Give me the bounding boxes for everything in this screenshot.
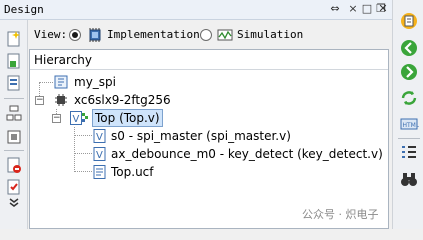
tree-node-label-selected: Top (Top.v) <box>92 109 163 127</box>
add-copy-source-icon[interactable] <box>5 74 23 92</box>
list-view-icon[interactable] <box>399 143 419 163</box>
right-toolbar: HTML <box>392 0 423 229</box>
toolbar-separator <box>4 98 24 99</box>
panel-titlebar: Design ⇔ × □ ❐ ✕ <box>0 0 423 20</box>
tree-node-label: Top.ucf <box>111 165 154 179</box>
watermark-text: 公众号 · 炽电子 <box>302 208 379 221</box>
hierarchy-view-icon[interactable] <box>5 104 23 122</box>
chip-icon <box>55 94 67 106</box>
more-tools-chevron-icon[interactable] <box>5 198 23 208</box>
add-source-icon[interactable] <box>5 52 23 70</box>
module-view-icon[interactable] <box>5 128 23 146</box>
svg-text:V: V <box>73 114 80 125</box>
implementation-icon <box>89 28 101 42</box>
design-summary-icon[interactable] <box>399 11 419 31</box>
implementation-radio[interactable] <box>69 29 81 41</box>
tree-connector <box>74 171 92 172</box>
left-toolbar <box>0 20 28 229</box>
tree-node-label: s0 - spi_master (spi_master.v) <box>111 129 291 143</box>
verilog-file-icon: V <box>93 129 106 143</box>
toolbar-separator <box>398 138 420 139</box>
close-icon-small[interactable]: × <box>346 2 360 16</box>
new-source-icon[interactable] <box>5 30 23 48</box>
verilog-file-icon: V <box>93 147 106 161</box>
simulation-icon <box>217 29 233 41</box>
go-forward-icon[interactable] <box>399 62 419 82</box>
float-arrows-icon[interactable]: ⇔ <box>328 2 342 16</box>
minimize-icon[interactable]: □ <box>360 2 374 16</box>
simulation-radio[interactable] <box>200 29 212 41</box>
svg-text:HTML: HTML <box>403 122 420 129</box>
source-properties-icon[interactable] <box>5 178 23 196</box>
svg-text:V: V <box>96 132 103 143</box>
tree-node-ucf[interactable]: Top.ucf <box>93 163 253 181</box>
hierarchy-panel: Hierarchy my_spi − xc6slx9-2ftg256 − V T… <box>29 49 389 229</box>
implementation-label[interactable]: Implementation <box>107 28 200 41</box>
tree-node-spi-master[interactable]: V s0 - spi_master (spi_master.v) <box>93 127 353 145</box>
collapse-toggle-icon[interactable]: − <box>35 96 44 105</box>
hierarchy-header: Hierarchy <box>30 50 388 70</box>
panel-title: Design <box>4 3 44 16</box>
toolbar-separator <box>4 150 24 151</box>
tree-connector <box>74 127 75 172</box>
collapse-toggle-icon[interactable]: − <box>52 114 61 123</box>
project-icon <box>54 75 68 89</box>
hierarchy-header-label: Hierarchy <box>34 53 93 67</box>
tree-node-top[interactable]: V Top (Top.v) <box>70 109 163 127</box>
view-selector-bar: View: Implementation Simulation <box>29 22 391 48</box>
tree-node-key-detect[interactable]: V ax_debounce_m0 - key_detect (key_detec… <box>93 145 388 163</box>
view-label: View: <box>34 28 68 41</box>
top-module-icon: V <box>70 111 88 125</box>
panel-close-icon[interactable]: ✕ <box>376 2 390 16</box>
tree-node-device[interactable]: xc6slx9-2ftg256 <box>54 91 254 109</box>
simulation-label[interactable]: Simulation <box>237 28 303 41</box>
tree-connector <box>74 135 92 136</box>
ucf-file-icon <box>93 165 106 179</box>
tree-node-label: xc6slx9-2ftg256 <box>74 93 171 107</box>
svg-text:V: V <box>96 150 103 161</box>
tree-node-project[interactable]: my_spi <box>54 73 254 91</box>
tree-connector <box>74 153 92 154</box>
remove-source-icon[interactable] <box>5 156 23 174</box>
tree-connector <box>39 82 53 83</box>
tree-node-label: ax_debounce_m0 - key_detect (key_detect.… <box>111 147 383 161</box>
html-report-icon[interactable]: HTML <box>399 114 419 134</box>
go-back-icon[interactable] <box>399 38 419 58</box>
refresh-icon[interactable] <box>399 88 419 108</box>
tree-node-label: my_spi <box>74 75 116 89</box>
find-binoculars-icon[interactable] <box>399 169 419 189</box>
